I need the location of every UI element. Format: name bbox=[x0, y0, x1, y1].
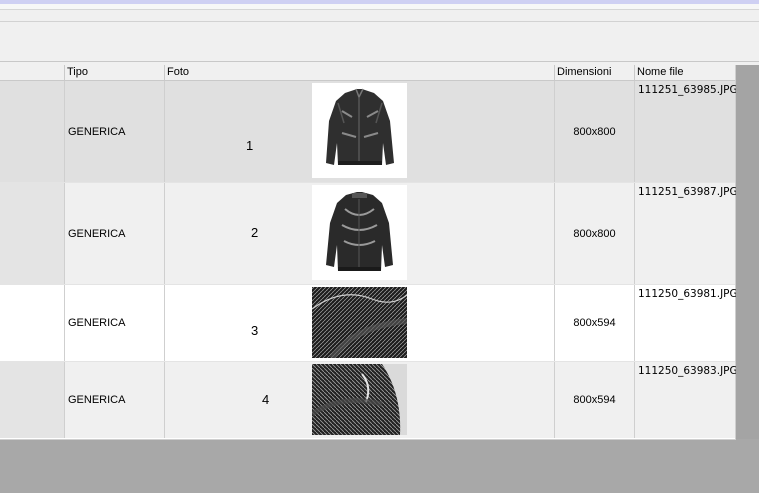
dimensioni-cell: 800x800 bbox=[554, 183, 634, 284]
tipo-cell: GENERICA bbox=[64, 362, 164, 438]
table-row[interactable]: GENERICA 4 800x594 111250_63983.JPG bbox=[0, 362, 738, 438]
header-dimensioni[interactable]: Dimensioni bbox=[554, 65, 634, 80]
image-order-number: 1 bbox=[246, 138, 254, 153]
toolbar-area bbox=[0, 0, 759, 65]
row-blank-cell bbox=[0, 81, 64, 182]
dimensioni-cell: 800x800 bbox=[554, 81, 634, 182]
fabric-detail-icon[interactable] bbox=[312, 287, 407, 358]
foto-cell[interactable]: 3 bbox=[164, 285, 554, 361]
row-blank-cell bbox=[0, 285, 64, 361]
header-nome-file[interactable]: Nome file bbox=[634, 65, 735, 80]
foto-cell[interactable]: 2 bbox=[164, 183, 554, 284]
images-grid[interactable]: Tipo Foto Dimensioni Nome file GENERICA … bbox=[0, 65, 738, 440]
foto-cell[interactable]: 1 bbox=[164, 81, 554, 182]
tipo-cell: GENERICA bbox=[64, 183, 164, 284]
header-blank[interactable] bbox=[0, 65, 64, 80]
header-foto[interactable]: Foto bbox=[164, 65, 554, 80]
dimensioni-cell: 800x594 bbox=[554, 285, 634, 361]
image-order-number: 4 bbox=[262, 392, 270, 407]
tipo-cell: GENERICA bbox=[64, 81, 164, 182]
nome-file-cell: 111250_63983.JPG bbox=[634, 362, 738, 438]
dimensioni-cell: 800x594 bbox=[554, 362, 634, 438]
table-row[interactable]: GENERICA 3 800x594 111250_63981.JPG bbox=[0, 285, 738, 362]
row-blank-cell bbox=[0, 362, 64, 438]
foto-cell[interactable]: 4 bbox=[164, 362, 554, 438]
image-order-number: 2 bbox=[251, 225, 259, 240]
fabric-closeup-icon[interactable] bbox=[312, 364, 407, 435]
header-tipo[interactable]: Tipo bbox=[64, 65, 164, 80]
grid-header: Tipo Foto Dimensioni Nome file bbox=[0, 65, 735, 81]
nome-file-cell: 111250_63981.JPG bbox=[634, 285, 738, 361]
toolbar-bottom-divider bbox=[0, 61, 759, 62]
menu-band bbox=[0, 4, 759, 10]
image-order-number: 3 bbox=[251, 323, 259, 338]
table-row[interactable]: GENERICA 2 800x800 111251_63987.JPG bbox=[0, 183, 738, 285]
row-blank-cell bbox=[0, 183, 64, 284]
table-row[interactable]: GENERICA 1 800x800 111251_63985.JPG bbox=[0, 81, 738, 183]
toolbar-divider bbox=[0, 21, 759, 22]
nome-file-cell: 111251_63987.JPG bbox=[634, 183, 738, 284]
jacket-back-icon[interactable] bbox=[312, 185, 407, 280]
nome-file-cell: 111251_63985.JPG bbox=[634, 81, 738, 182]
jacket-front-icon[interactable] bbox=[312, 83, 407, 178]
tipo-cell: GENERICA bbox=[64, 285, 164, 361]
vertical-scrollbar[interactable] bbox=[736, 65, 759, 439]
